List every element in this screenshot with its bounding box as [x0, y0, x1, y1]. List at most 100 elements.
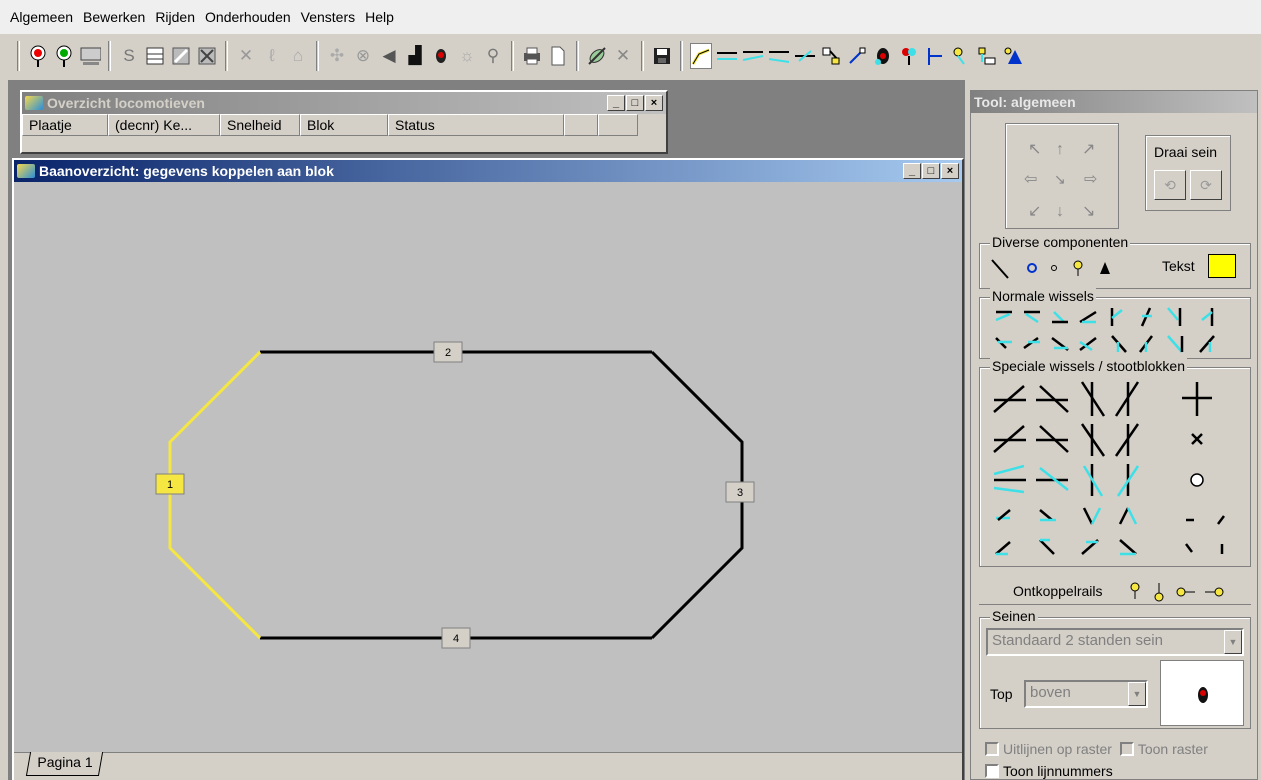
- fork-icon[interactable]: ✣: [326, 43, 348, 69]
- close-button[interactable]: ×: [645, 95, 663, 111]
- grid-icon[interactable]: [196, 43, 218, 69]
- printer-icon[interactable]: [521, 43, 543, 69]
- signal-icon[interactable]: [872, 43, 894, 69]
- track-layout-canvas[interactable]: 1 2 3 4 Pagina 1: [14, 182, 962, 780]
- track-layout-drawing[interactable]: 1 2 3 4: [14, 182, 962, 752]
- menu-rijden[interactable]: Rijden: [153, 9, 203, 25]
- tool-panel: Tool: algemeen ↖ ↑ ↗ ⇦ ↘ ⇨ ↙ ↓ ↘ Draai s…: [970, 90, 1258, 780]
- speciale-wissels-palette[interactable]: [980, 368, 1250, 564]
- switch-icon[interactable]: ⚲: [482, 43, 504, 69]
- rotate-left-button[interactable]: ⟲: [1154, 170, 1186, 200]
- col-status[interactable]: Status: [388, 114, 564, 136]
- block-label-3[interactable]: 3: [725, 481, 755, 503]
- signal-preview: [1160, 660, 1244, 726]
- maximize-button[interactable]: □: [922, 163, 940, 179]
- seinen-label: Seinen: [990, 608, 1038, 624]
- uitlijnen-checkbox-row[interactable]: Uitlijnen op raster Toon raster: [985, 741, 1208, 757]
- col-decnr[interactable]: (decnr) Ke...: [108, 114, 220, 136]
- mdi-workspace: Overzicht locomotieven _ □ × Plaatje (de…: [8, 80, 965, 780]
- tekst-color-swatch[interactable]: [1208, 254, 1236, 278]
- menu-bar: Algemeen Bewerken Rijden Onderhouden Ven…: [0, 0, 1261, 34]
- chevron-down-icon[interactable]: ▼: [1128, 682, 1146, 706]
- line-icon[interactable]: [846, 43, 868, 69]
- uitlijnen-checkbox[interactable]: [985, 742, 999, 756]
- bolt-icon[interactable]: ℓ: [261, 43, 283, 69]
- toolbar-separator: [680, 41, 683, 71]
- block-label-4[interactable]: 4: [441, 627, 471, 649]
- signal-green-icon[interactable]: [53, 43, 75, 69]
- col-blok[interactable]: Blok: [300, 114, 388, 136]
- menu-algemeen[interactable]: Algemeen: [8, 9, 81, 25]
- main-toolbar: S ✕ ℓ ⌂ ✣ ⊗ ◀ ▟ ☼ ⚲ ✕: [8, 36, 1261, 76]
- ontkoppelrails-palette[interactable]: [1125, 579, 1235, 603]
- flag-icon[interactable]: [924, 43, 946, 69]
- ghost-icon[interactable]: ⌂: [287, 43, 309, 69]
- tool-panel-titlebar[interactable]: Tool: algemeen: [971, 91, 1257, 113]
- loco-window-titlebar[interactable]: Overzicht locomotieven _ □ ×: [22, 92, 666, 114]
- wissel3-icon[interactable]: [768, 43, 790, 69]
- triangle-icon[interactable]: [1002, 43, 1024, 69]
- speciale-wissels-group: Speciale wissels / stootblokken: [979, 358, 1251, 567]
- close-button[interactable]: ×: [941, 163, 959, 179]
- signal2-icon[interactable]: [898, 43, 920, 69]
- line-tool-icon: [991, 259, 1009, 279]
- save-icon[interactable]: [651, 43, 673, 69]
- col-extra-1[interactable]: [564, 114, 598, 136]
- block-label-1[interactable]: 1: [155, 473, 185, 495]
- track-icon[interactable]: [170, 43, 192, 69]
- app-icon: [25, 96, 43, 110]
- col-plaatje[interactable]: Plaatje: [22, 114, 108, 136]
- track-block-1-line[interactable]: [168, 350, 262, 640]
- cross-icon[interactable]: ✕: [235, 43, 257, 69]
- col-extra-2[interactable]: [598, 114, 638, 136]
- menu-onderhouden[interactable]: Onderhouden: [203, 9, 299, 25]
- pen-icon[interactable]: [586, 43, 608, 69]
- wissel-icon[interactable]: [716, 43, 738, 69]
- normale-wissels-palette[interactable]: [980, 298, 1250, 358]
- toon-raster-checkbox[interactable]: [1119, 742, 1134, 756]
- toolbar-separator: [641, 41, 644, 71]
- col-snelheid[interactable]: Snelheid: [220, 114, 300, 136]
- signal-red-icon[interactable]: [27, 43, 49, 69]
- menu-vensters[interactable]: Vensters: [299, 9, 363, 25]
- maximize-button[interactable]: □: [626, 95, 644, 111]
- close-icon[interactable]: ✕: [612, 43, 634, 69]
- s-icon[interactable]: S: [118, 43, 140, 69]
- sein-type-select[interactable]: Standaard 2 standen sein ▼: [986, 628, 1244, 656]
- top-select[interactable]: boven ▼: [1024, 680, 1148, 708]
- keyboard-icon[interactable]: [79, 43, 101, 69]
- menu-help[interactable]: Help: [363, 9, 402, 25]
- menu-bewerken[interactable]: Bewerken: [81, 9, 153, 25]
- red-dot-icon[interactable]: [430, 43, 452, 69]
- tekst-label[interactable]: Tekst: [1162, 258, 1195, 274]
- track-window-titlebar[interactable]: Baanoverzicht: gegevens koppelen aan blo…: [14, 160, 962, 182]
- wissel2-icon[interactable]: [742, 43, 764, 69]
- tab-pagina-1[interactable]: Pagina 1: [25, 752, 104, 776]
- toon-raster-label: Toon raster: [1137, 741, 1208, 757]
- svg-text:4: 4: [453, 633, 459, 645]
- rotate-right-button[interactable]: ⟳: [1190, 170, 1222, 200]
- app-icon: [17, 164, 35, 178]
- toon-lijnnummers-checkbox[interactable]: [985, 764, 999, 778]
- minimize-button[interactable]: _: [607, 95, 625, 111]
- toolbar-separator: [225, 41, 228, 71]
- block-icon[interactable]: [820, 43, 842, 69]
- list-icon[interactable]: [144, 43, 166, 69]
- sun-icon[interactable]: ☼: [456, 43, 478, 69]
- toolbar-separator: [576, 41, 579, 71]
- page-icon[interactable]: [547, 43, 569, 69]
- loco-icon[interactable]: ▟: [404, 43, 426, 69]
- speaker-icon[interactable]: ◀: [378, 43, 400, 69]
- track-select-icon[interactable]: [690, 43, 712, 69]
- point-icon: [1051, 265, 1057, 271]
- wissel4-icon[interactable]: [794, 43, 816, 69]
- circle-icon[interactable]: ⊗: [352, 43, 374, 69]
- lijnnummers-checkbox-row[interactable]: Toon lijnnummers: [985, 763, 1113, 779]
- tab-pagina-1-label: Pagina 1: [37, 754, 93, 770]
- key-icon[interactable]: [950, 43, 972, 69]
- block-label-2[interactable]: 2: [433, 341, 463, 363]
- minimize-button[interactable]: _: [903, 163, 921, 179]
- chevron-down-icon[interactable]: ▼: [1224, 630, 1242, 654]
- svg-text:↓: ↓: [1056, 203, 1064, 220]
- block2-icon[interactable]: [976, 43, 998, 69]
